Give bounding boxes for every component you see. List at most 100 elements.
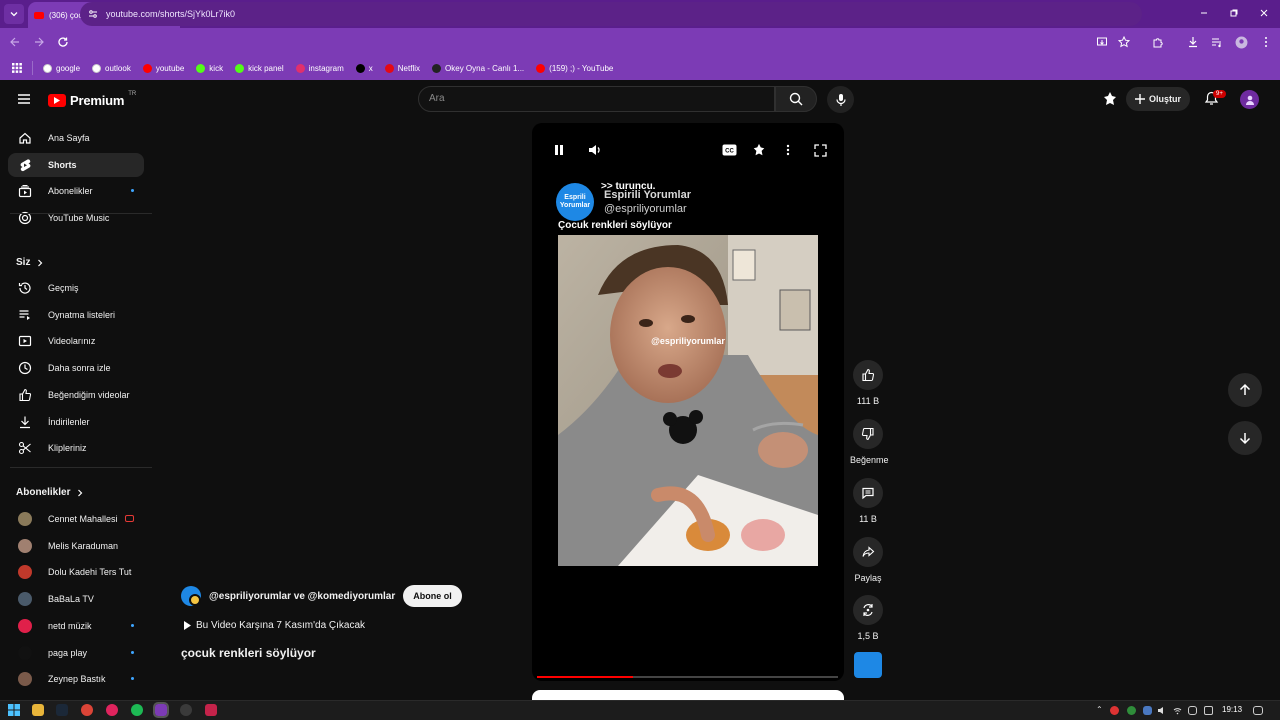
apps-button[interactable]: [6, 58, 28, 78]
sidebar-item-klipleriniz[interactable]: Klipleriniz: [8, 436, 144, 460]
action-circle[interactable]: [853, 360, 883, 390]
profile-button[interactable]: [1234, 35, 1248, 49]
shorts-remix-button[interactable]: [1102, 91, 1118, 107]
collab-avatars[interactable]: [181, 586, 201, 606]
search-button[interactable]: [775, 86, 817, 112]
bookmark-item[interactable]: instagram: [290, 58, 350, 78]
sidebar-subscription-babala-tv[interactable]: BaBaLa TV: [8, 587, 144, 611]
subscribe-button[interactable]: Abone ol: [403, 585, 462, 607]
share-button[interactable]: Paylaş: [850, 537, 886, 583]
sidebar-item-youtube-music[interactable]: YouTube Music: [8, 206, 144, 230]
collab-channel-names[interactable]: @espriliyorumlar ve @komediyorumlar: [209, 591, 395, 602]
captions-button[interactable]: CC: [721, 142, 737, 158]
volume-button[interactable]: [587, 142, 603, 158]
clock-app-icon[interactable]: [180, 704, 192, 716]
opera-icon[interactable]: [106, 704, 118, 716]
url-bar[interactable]: youtube.com/shorts/SjYk0Lr7ik0: [80, 2, 1142, 26]
bookmark-star-button[interactable]: [1117, 35, 1131, 49]
steam-icon[interactable]: [56, 704, 68, 716]
sidebar-item-geçmiş[interactable]: Geçmiş: [8, 276, 144, 300]
bookmark-item[interactable]: kick: [190, 58, 229, 78]
sidebar-item-shorts[interactable]: Shorts: [8, 152, 144, 177]
fullscreen-button[interactable]: [812, 142, 828, 158]
browser-menu-button[interactable]: [1259, 35, 1273, 49]
media-app-icon[interactable]: [205, 704, 217, 716]
next-short-button[interactable]: [1228, 421, 1262, 455]
action-circle[interactable]: [853, 537, 883, 567]
sidebar-subscription-melis-karaduman[interactable]: Melis Karaduman: [8, 534, 144, 558]
sidebar-subscription-dolu-kadehi-ters-tut[interactable]: Dolu Kadehi Ters Tut: [8, 560, 144, 584]
sidebar-item-ana-sayfa[interactable]: Ana Sayfa: [8, 126, 144, 150]
bookmark-item[interactable]: youtube: [137, 58, 190, 78]
more-options-button[interactable]: [780, 142, 796, 158]
remix-button[interactable]: 1,5 B: [850, 595, 886, 641]
bookmark-item[interactable]: google: [37, 58, 86, 78]
tray-overflow-icon[interactable]: ⌃: [1096, 705, 1103, 714]
install-app-button[interactable]: [1095, 35, 1109, 49]
account-avatar-button[interactable]: [1240, 90, 1259, 109]
volume-tray-icon[interactable]: [1158, 706, 1167, 715]
action-circle[interactable]: [853, 419, 883, 449]
notification-center-icon[interactable]: [1253, 706, 1263, 715]
video-progress-bar[interactable]: [537, 676, 838, 678]
taskbar-clock[interactable]: 19:13: [1222, 705, 1242, 714]
tray-app-icon[interactable]: [1110, 706, 1119, 715]
bookmark-item[interactable]: Okey Oyna - Canlı 1...: [426, 58, 530, 78]
reload-button[interactable]: [56, 35, 70, 49]
create-button[interactable]: Oluştur: [1126, 87, 1190, 111]
active-browser-icon[interactable]: [153, 702, 169, 718]
bookmark-item[interactable]: (159) ;) - YouTube: [530, 58, 619, 78]
pause-button[interactable]: [551, 142, 567, 158]
restore-button[interactable]: [1227, 6, 1241, 20]
action-circle[interactable]: [853, 595, 883, 625]
premiere-line[interactable]: Bu Video Karşına 7 Kasım'da Çıkacak: [183, 620, 365, 631]
tab-search-button[interactable]: [4, 4, 24, 24]
sidebar-item-videolarınız[interactable]: Videolarınız: [8, 329, 144, 353]
sound-source-avatar[interactable]: [854, 652, 882, 678]
voice-search-button[interactable]: [827, 86, 854, 113]
file-explorer-icon[interactable]: [32, 704, 44, 716]
tray-app-icon-3[interactable]: [1204, 706, 1213, 715]
close-window-button[interactable]: [1257, 6, 1271, 20]
dislike-button[interactable]: Beğenme: [850, 419, 889, 465]
chrome-icon[interactable]: [81, 704, 93, 716]
overlay-channel-avatar[interactable]: Esprili Yorumlar: [556, 183, 594, 221]
downloads-button[interactable]: [1186, 35, 1200, 49]
youtube-premium-logo[interactable]: Premium TR: [48, 91, 136, 108]
forward-button[interactable]: [32, 35, 46, 49]
sidebar-item-daha-sonra-izle[interactable]: Daha sonra izle: [8, 356, 144, 380]
remix-button[interactable]: [751, 142, 767, 158]
minimize-button[interactable]: [1197, 6, 1211, 20]
sidebar-subscription-netd-müzik[interactable]: netd müzik: [8, 614, 144, 638]
sidebar-item-oynatma-listeleri[interactable]: Oynatma listeleri: [8, 303, 144, 327]
extensions-button[interactable]: [1151, 35, 1165, 49]
sidebar-subscription-paga-play[interactable]: paga play: [8, 641, 144, 665]
you-section-heading[interactable]: Siz: [16, 257, 44, 268]
action-circle[interactable]: [853, 478, 883, 508]
sidebar-item-i-ndirilenler[interactable]: İndirilenler: [8, 410, 144, 434]
video-frame[interactable]: @espriliyorumlar: [558, 235, 818, 566]
tray-app-icon-2[interactable]: [1127, 706, 1136, 715]
bookmark-item[interactable]: Netflix: [379, 58, 426, 78]
search-input[interactable]: Ara: [418, 86, 775, 112]
sidebar-subscription-cennet-mahallesi[interactable]: Cennet Mahallesi: [8, 507, 144, 531]
tray-steam-icon[interactable]: [1143, 706, 1152, 715]
sidebar-item-abonelikler[interactable]: Abonelikler: [8, 179, 144, 203]
bookmark-item[interactable]: outlook: [86, 58, 137, 78]
sidebar-subscription-zeynep-bastık[interactable]: Zeynep Bastık: [8, 667, 144, 691]
start-button[interactable]: [8, 704, 20, 716]
back-button[interactable]: [8, 35, 22, 49]
subscriptions-section-heading[interactable]: Abonelikler: [16, 487, 84, 498]
spotify-icon[interactable]: [131, 704, 143, 716]
network-tray-icon[interactable]: [1173, 706, 1182, 715]
sidebar-item-beğendiğim-videolar[interactable]: Beğendiğim videolar: [8, 383, 144, 407]
bookmark-item[interactable]: x: [350, 58, 379, 78]
comment-button[interactable]: 11 B: [850, 478, 886, 524]
media-controls-button[interactable]: [1210, 35, 1224, 49]
like-button[interactable]: 111 B: [850, 360, 886, 406]
display-tray-icon[interactable]: [1188, 706, 1197, 715]
previous-short-button[interactable]: [1228, 373, 1262, 407]
guide-menu-button[interactable]: [17, 92, 31, 106]
site-info-icon[interactable]: [88, 9, 98, 19]
bookmark-item[interactable]: kick panel: [229, 58, 290, 78]
